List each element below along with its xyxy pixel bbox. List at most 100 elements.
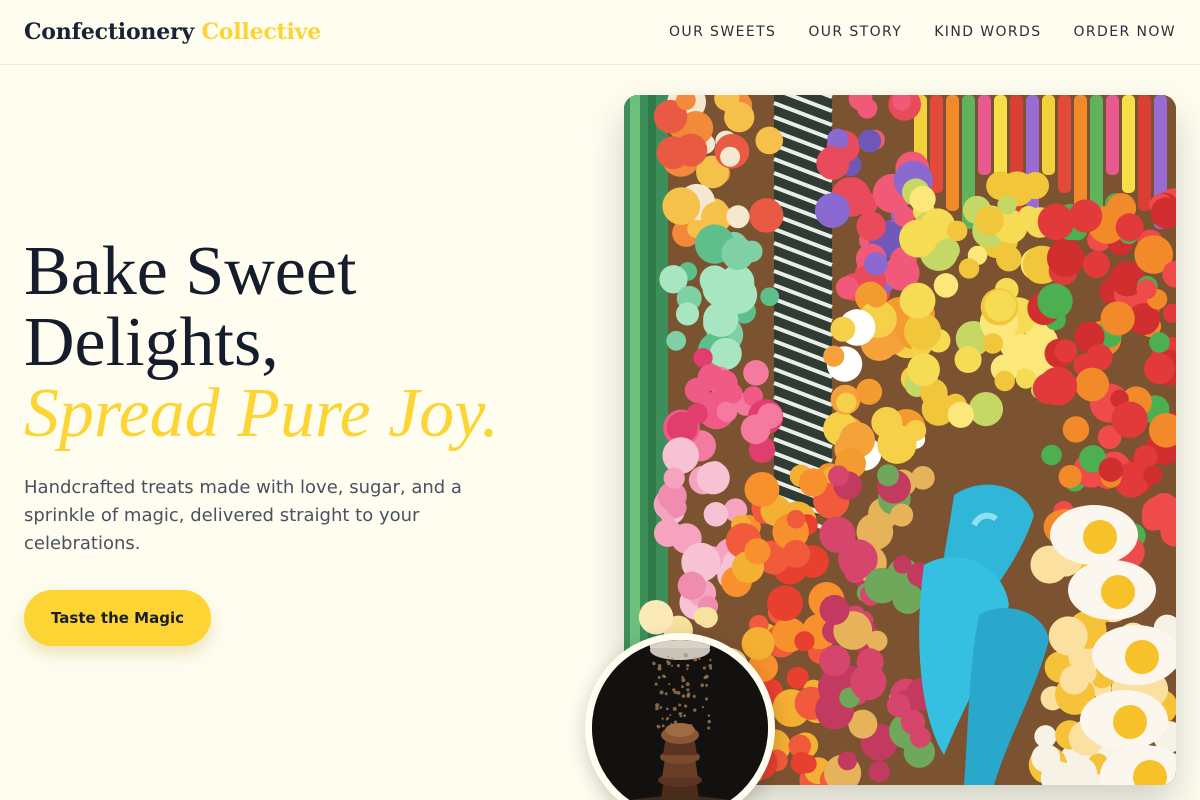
- candy-piece: [936, 238, 960, 262]
- cocoa-dust: [700, 683, 705, 688]
- candy-piece: [868, 760, 891, 783]
- candy-piece: [1006, 333, 1039, 366]
- candy-piece: [786, 509, 806, 529]
- cocoa-dust: [707, 726, 711, 730]
- candy-piece: [982, 333, 1004, 354]
- cocoa-dust: [664, 692, 668, 696]
- cocoa-dust: [681, 685, 684, 689]
- candy-piece: [760, 287, 780, 307]
- cocoa-dust: [661, 724, 665, 728]
- candy-piece: [1136, 279, 1157, 300]
- candy-piece: [996, 245, 1022, 272]
- candy-piece: [1100, 301, 1135, 336]
- candy-piece: [722, 383, 743, 404]
- candy-piece: [1143, 353, 1175, 385]
- candy-piece: [794, 631, 815, 652]
- candy-piece: [893, 555, 912, 574]
- egg-yolk: [1113, 705, 1147, 739]
- cocoa-dust: [683, 714, 686, 718]
- nav-link-our-story[interactable]: OUR STORY: [808, 22, 902, 42]
- nav-link-order-now[interactable]: ORDER NOW: [1074, 22, 1177, 42]
- candy-piece: [1098, 457, 1124, 482]
- cocoa-dust: [667, 655, 670, 658]
- nav-link-kind-words[interactable]: KIND WORDS: [934, 22, 1041, 42]
- rope-candy: [1106, 95, 1119, 175]
- rope-candy: [1138, 95, 1151, 211]
- candy-piece: [1149, 332, 1170, 353]
- candy-piece: [653, 518, 683, 547]
- taste-the-magic-button[interactable]: Taste the Magic: [24, 590, 211, 646]
- candy-piece: [686, 403, 708, 424]
- candy-piece: [814, 193, 850, 228]
- candy-piece: [726, 205, 750, 229]
- cupcake-stack-image: [592, 640, 768, 800]
- candy-piece: [1021, 171, 1050, 200]
- cocoa-dust: [686, 688, 690, 692]
- candy-piece: [716, 401, 738, 423]
- candy-piece: [877, 464, 900, 487]
- candy-piece: [638, 599, 674, 635]
- cocoa-dust: [671, 657, 674, 660]
- cocoa-dust: [659, 690, 664, 695]
- nav-links: OUR SWEETS OUR STORY KIND WORDS ORDER NO…: [669, 22, 1176, 42]
- cocoa-dust: [686, 692, 691, 696]
- candy-piece: [816, 146, 850, 180]
- candy-piece: [675, 302, 700, 326]
- egg-yolk: [1125, 640, 1159, 674]
- candy-piece: [1038, 366, 1078, 406]
- candy-piece: [743, 360, 769, 386]
- candy-piece: [662, 187, 701, 225]
- cocoa-dust: [709, 658, 712, 662]
- brand-logo[interactable]: Confectionery Collective: [24, 17, 321, 47]
- top-nav: Confectionery Collective OUR SWEETS OUR …: [0, 0, 1200, 65]
- candy-piece: [1058, 464, 1082, 489]
- hero-title-line1: Bake Sweet: [24, 233, 357, 310]
- candy-piece: [909, 185, 936, 213]
- cocoa-dust: [676, 663, 680, 668]
- candy-piece: [890, 503, 914, 527]
- cocoa-dust: [652, 661, 656, 666]
- candy-piece: [798, 754, 817, 774]
- candy-piece: [721, 237, 755, 270]
- candy-piece: [1048, 616, 1088, 656]
- candy-piece: [674, 133, 708, 167]
- candy-piece: [830, 316, 856, 342]
- candy-piece: [1075, 367, 1109, 402]
- cocoa-dust: [669, 714, 672, 717]
- egg-yolk: [1083, 520, 1117, 554]
- candy-piece: [856, 378, 883, 405]
- candy-piece: [696, 607, 718, 628]
- cocoa-dust: [681, 678, 686, 683]
- candy-piece: [663, 467, 685, 489]
- candy-piece: [749, 198, 784, 233]
- candy-piece: [994, 370, 1015, 392]
- candy-piece: [1115, 213, 1144, 242]
- candy-piece: [666, 497, 687, 518]
- cocoa-dust: [693, 708, 697, 712]
- hero-title-accent: Spread Pure Joy.: [24, 375, 499, 452]
- cocoa-dust: [686, 663, 690, 668]
- candy-piece: [1062, 416, 1090, 443]
- candy-piece: [666, 330, 687, 351]
- candy-piece: [907, 353, 940, 386]
- candy-piece: [720, 146, 741, 167]
- nav-link-our-sweets[interactable]: OUR SWEETS: [669, 22, 776, 42]
- cocoa-dust: [698, 657, 701, 660]
- candy-piece: [911, 466, 935, 490]
- hero-subtitle: Handcrafted treats made with love, sugar…: [24, 477, 462, 554]
- candy-piece: [1077, 663, 1097, 684]
- rope-candy: [1074, 95, 1087, 211]
- brand-name: Confectionery: [24, 19, 194, 45]
- rope-candy: [946, 95, 959, 211]
- cocoa-dust: [707, 714, 711, 717]
- candy-piece: [744, 471, 780, 507]
- candy-piece: [864, 567, 900, 604]
- rope-candy: [978, 95, 991, 175]
- candy-piece: [958, 258, 980, 279]
- brand-accent: Collective: [201, 19, 322, 45]
- cocoa-dust: [692, 694, 696, 699]
- candy-piece: [849, 663, 887, 701]
- candy-piece: [954, 345, 982, 374]
- candy-piece: [984, 289, 1017, 322]
- cocoa-dust: [693, 657, 698, 662]
